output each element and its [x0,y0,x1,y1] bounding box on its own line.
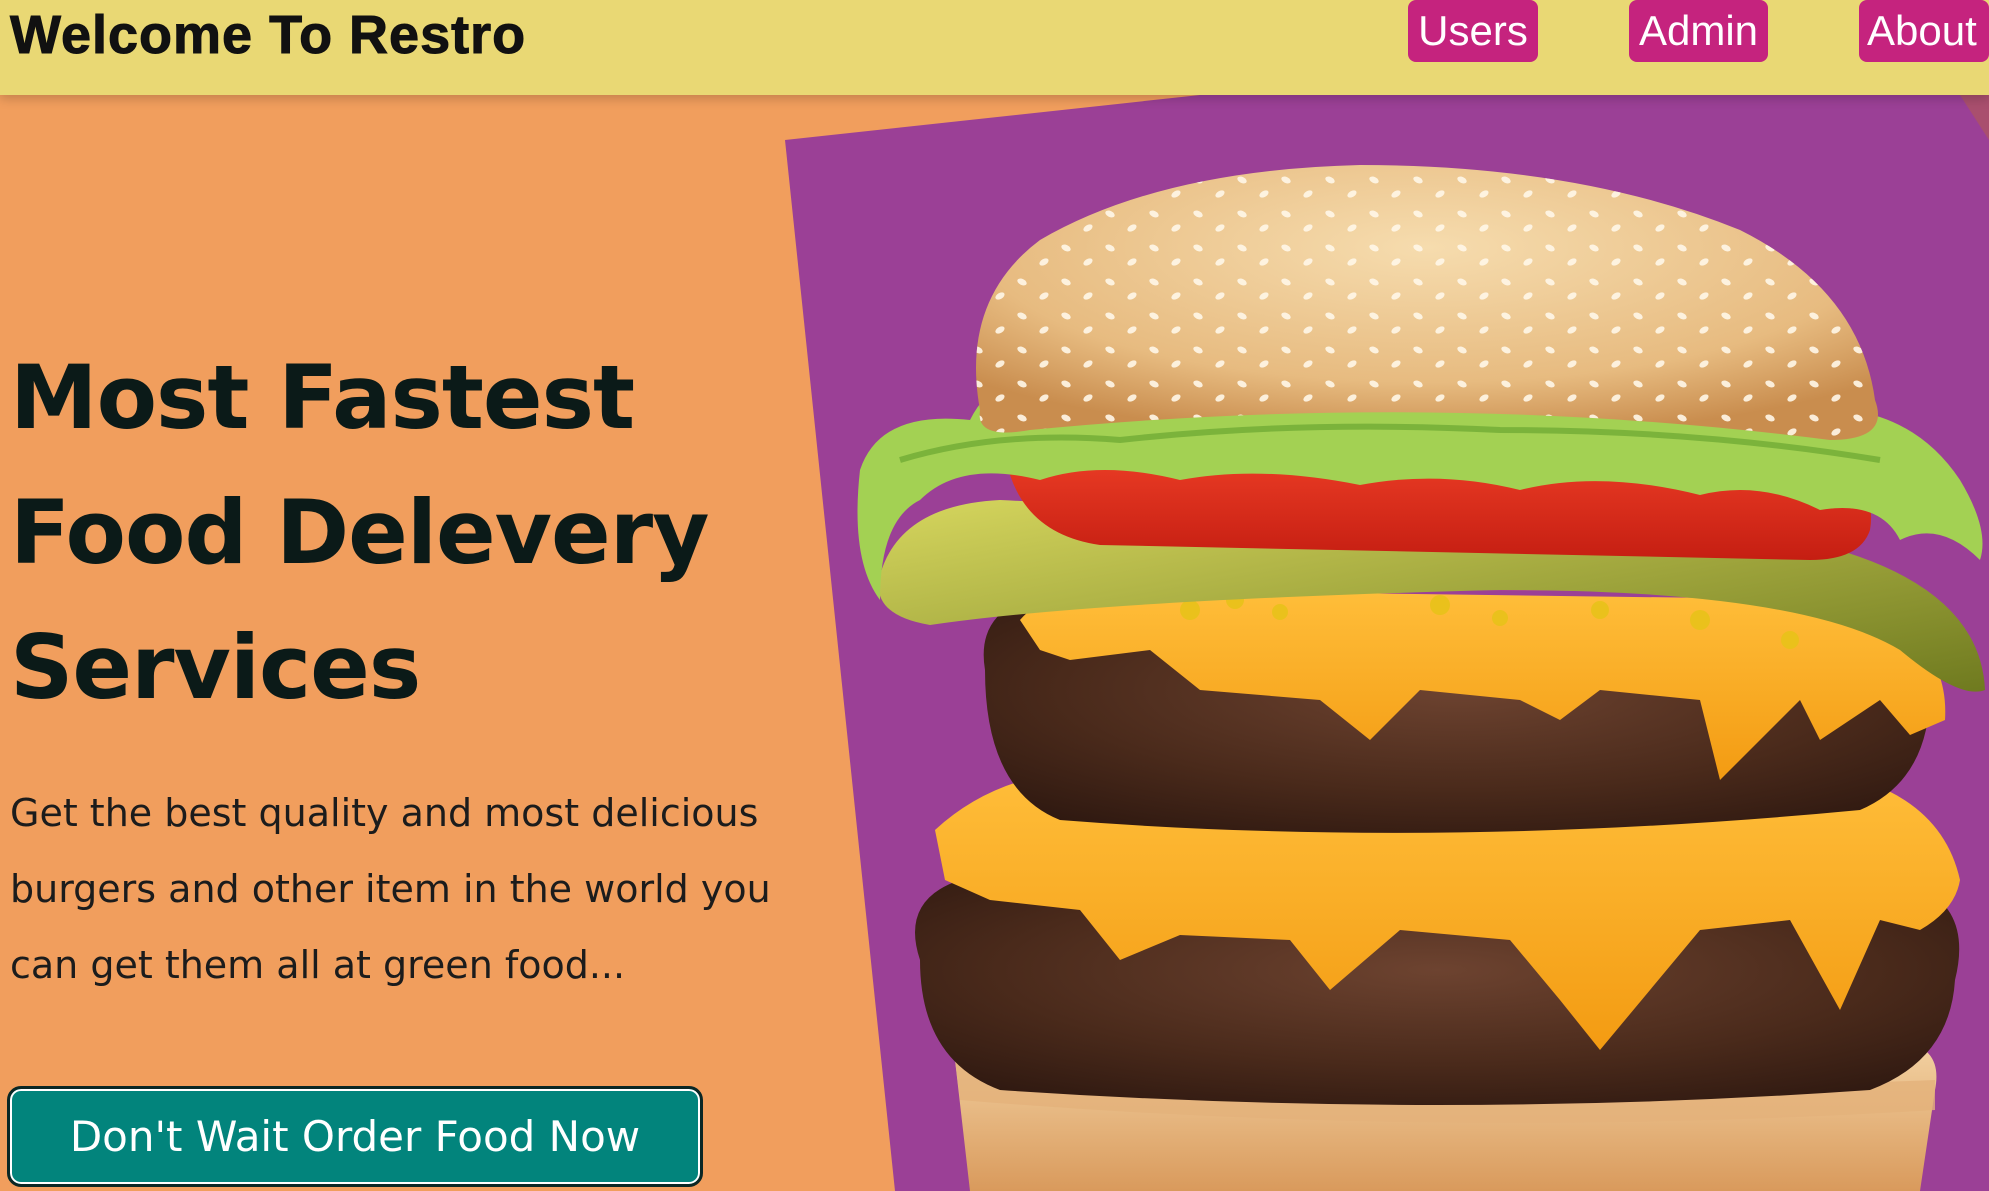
nav-about-button[interactable]: About [1859,0,1989,62]
nav-admin-button[interactable]: Admin [1629,0,1768,62]
burger-image [785,95,1989,1191]
nav-users-button[interactable]: Users [1408,0,1538,62]
top-navbar: Welcome To Restro Users Admin About [0,0,1989,95]
brand-title: Welcome To Restro [9,5,527,66]
